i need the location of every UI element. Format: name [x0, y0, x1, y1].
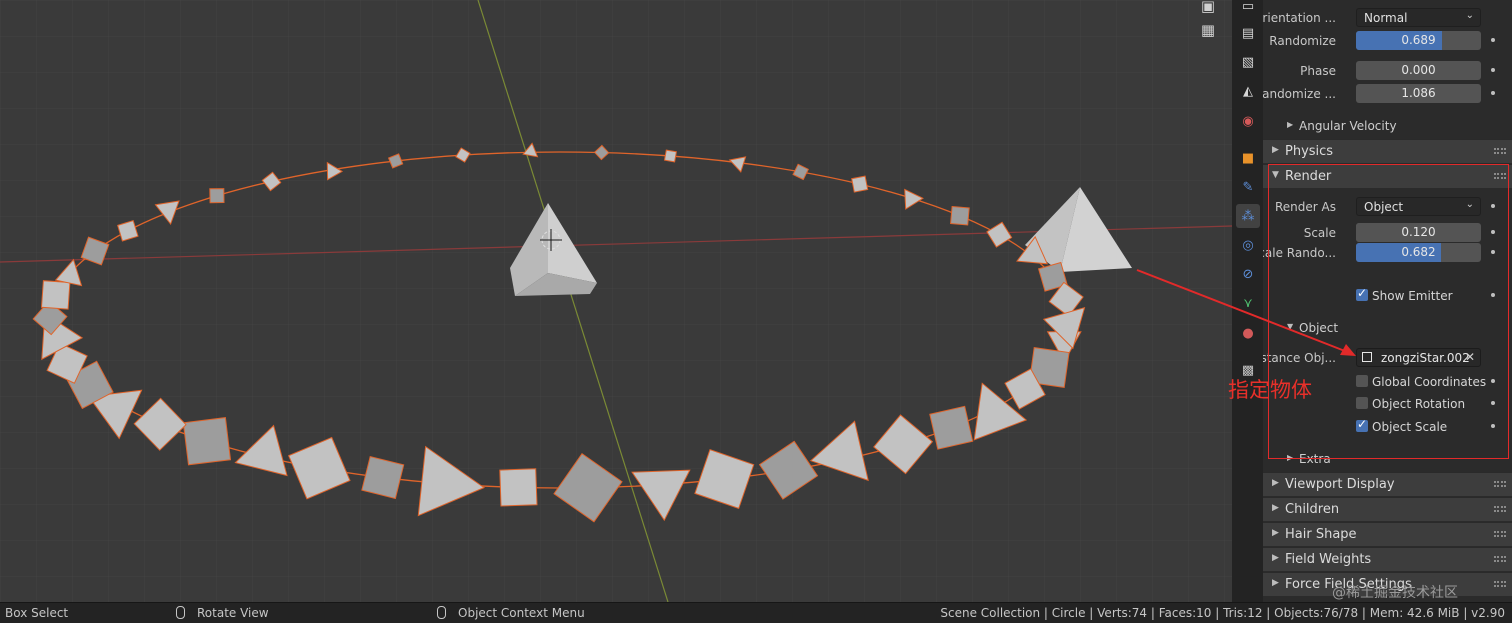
object-tab-icon[interactable]: ■ [1236, 146, 1260, 170]
chevron-right-icon: ▶ [1272, 553, 1279, 563]
orientation-dropdown[interactable]: Normal ⌄ [1356, 8, 1481, 27]
hair-shape-title: Hair Shape [1285, 527, 1357, 542]
particles-tab-icon[interactable]: ⁂ [1236, 204, 1260, 228]
camera-icon[interactable]: ▣ [1196, 0, 1220, 18]
particle-instance [851, 175, 869, 193]
drag-grip-icon[interactable] [1494, 481, 1506, 487]
randomize-phase-label: Randomize ... [1263, 87, 1336, 101]
keyframe-dot[interactable] [1491, 91, 1495, 95]
viewport-display-panel-header[interactable]: ▶ Viewport Display [1263, 472, 1512, 496]
orientation-value: Normal [1364, 11, 1408, 25]
modifier-tab-icon[interactable]: ✎ [1236, 175, 1260, 199]
phase-slider[interactable]: 0.000 [1356, 61, 1481, 80]
particle-instance [499, 468, 538, 507]
tool-tab-icon[interactable]: ▭ [1236, 0, 1260, 18]
drag-grip-icon[interactable] [1494, 556, 1506, 562]
annotation-text: 指定物体 [1228, 378, 1312, 402]
chevron-right-icon: ▶ [1272, 503, 1279, 513]
phase-label: Phase [1300, 64, 1336, 78]
watermark: @稀土掘金技术社区 [1332, 585, 1458, 601]
drag-grip-icon[interactable] [1494, 531, 1506, 537]
viewport-canvas[interactable] [0, 0, 1232, 602]
3d-viewport[interactable]: ▣ ▦ [0, 0, 1232, 602]
randomize-phase-value: 1.086 [1401, 86, 1436, 100]
constraints-tab-icon[interactable]: ⊘ [1236, 262, 1260, 286]
box-select-hint: Box Select [5, 606, 69, 620]
physics-title: Physics [1285, 144, 1334, 159]
randomize-slider[interactable]: 0.689 [1356, 31, 1481, 50]
orientation-label: Orientation ... [1263, 11, 1336, 25]
physics-panel-header[interactable]: ▶ Physics [1263, 139, 1512, 163]
randomize-phase-row: Randomize ... 1.086 [1263, 83, 1512, 105]
data-tab-icon[interactable]: ⋎ [1236, 291, 1260, 315]
randomize-value: 0.689 [1401, 33, 1436, 47]
context-menu-hint: Object Context Menu [458, 606, 585, 620]
drag-grip-icon[interactable] [1494, 581, 1506, 587]
phase-row: Phase 0.000 [1263, 60, 1512, 82]
particle-instance [182, 417, 232, 466]
highlight-box [1268, 164, 1509, 459]
particle-instance [950, 205, 970, 226]
chevron-right-icon: ▶ [1272, 528, 1279, 538]
chevron-right-icon: ▶ [1272, 145, 1279, 155]
output-tab-icon[interactable]: ▧ [1236, 50, 1260, 74]
chevron-down-icon: ⌄ [1465, 10, 1474, 21]
physics-tab-icon[interactable]: ◎ [1236, 233, 1260, 257]
status-bar: Box Select Rotate View Object Context Me… [0, 602, 1512, 623]
particle-instance [209, 188, 225, 204]
phase-value: 0.000 [1401, 63, 1436, 77]
randomize-label: Randomize [1269, 34, 1336, 48]
scene-stats: Scene Collection | Circle | Verts:74 | F… [940, 606, 1505, 620]
particle-instance [929, 405, 974, 450]
children-panel-header[interactable]: ▶ Children [1263, 497, 1512, 521]
keyframe-dot[interactable] [1491, 68, 1495, 72]
render-tab-icon[interactable]: ▤ [1236, 21, 1260, 45]
drag-grip-icon[interactable] [1494, 506, 1506, 512]
grid-icon[interactable]: ▦ [1196, 18, 1220, 42]
angular-velocity-subpanel[interactable]: ▶ Angular Velocity [1263, 115, 1512, 137]
angular-velocity-title: Angular Velocity [1299, 119, 1397, 133]
mouse-middle-icon [176, 606, 185, 619]
scene-tab-icon[interactable]: ◭ [1236, 79, 1260, 103]
chevron-right-icon: ▶ [1272, 578, 1279, 588]
chevron-right-icon: ▶ [1272, 478, 1279, 488]
hair-shape-panel-header[interactable]: ▶ Hair Shape [1263, 522, 1512, 546]
particle-instance [663, 149, 677, 163]
rotate-view-hint: Rotate View [197, 606, 269, 620]
viewport-display-title: Viewport Display [1285, 477, 1395, 492]
keyframe-dot[interactable] [1491, 38, 1495, 42]
field-weights-title: Field Weights [1285, 552, 1372, 567]
drag-grip-icon[interactable] [1494, 148, 1506, 154]
randomize-phase-slider[interactable]: 1.086 [1356, 84, 1481, 103]
properties-tabs: ▭ ▤ ▧ ◭ ◉ ■ ✎ ⁂ ◎ ⊘ ⋎ ● ▩ [1232, 0, 1263, 602]
world-tab-icon[interactable]: ◉ [1236, 109, 1260, 133]
particle-instance [40, 280, 71, 310]
children-title: Children [1285, 502, 1340, 517]
material-tab-icon[interactable]: ● [1236, 321, 1260, 345]
field-weights-panel-header[interactable]: ▶ Field Weights [1263, 547, 1512, 571]
mouse-right-icon [437, 606, 446, 619]
randomize-row: Randomize 0.689 [1263, 30, 1512, 52]
chevron-right-icon: ▶ [1287, 120, 1294, 129]
orientation-row: Orientation ... Normal ⌄ [1263, 7, 1512, 29]
